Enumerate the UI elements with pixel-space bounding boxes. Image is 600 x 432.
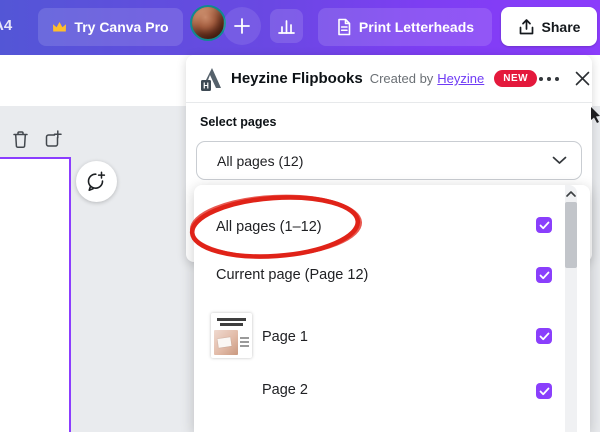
option-page-2[interactable]: Page 2 [194,368,554,400]
checkbox-page-2[interactable] [536,383,552,399]
chevron-down-icon [552,156,567,165]
popup-scrollbar[interactable] [565,185,577,432]
share-upload-icon [518,18,535,36]
new-badge: NEW [494,70,537,87]
delete-page-button[interactable] [9,128,31,150]
pages-dropdown-list: All pages (1–12) Current page (Page 12) … [194,185,590,432]
try-canva-pro-label: Try Canva Pro [74,19,168,35]
mouse-cursor [591,107,600,123]
checkbox-current-page[interactable] [536,267,552,283]
crown-icon [52,21,67,33]
scroll-up-arrow-icon[interactable] [565,187,577,200]
share-label: Share [542,19,581,35]
option-current-page-label: Current page (Page 12) [216,267,368,283]
top-toolbar: A4 Try Canva Pro [0,0,600,55]
pages-dropdown[interactable]: All pages (12) [196,141,582,180]
heyzine-panel-header: H Heyzine Flipbooks Created by Heyzine N… [186,55,592,103]
option-all-pages-label: All pages (1–12) [216,219,322,235]
document-icon [336,18,352,36]
option-page-2-label: Page 2 [262,382,308,398]
option-all-pages[interactable]: All pages (1–12) [194,212,554,244]
option-page-1-label: Page 1 [262,329,308,345]
page-size-label: A4 [0,17,12,34]
print-letterheads-label: Print Letterheads [359,19,474,35]
checkbox-all-pages[interactable] [536,217,552,233]
bar-chart-icon [277,17,296,35]
option-current-page[interactable]: Current page (Page 12) [194,260,554,292]
print-letterheads-button[interactable]: Print Letterheads [318,8,492,46]
panel-title: Heyzine Flipbooks [231,70,363,87]
add-comment-button[interactable] [76,161,117,202]
pages-dropdown-value: All pages (12) [217,153,552,169]
add-member-button[interactable] [223,7,261,45]
add-page-button[interactable] [42,128,64,150]
more-options-button[interactable] [537,71,561,87]
comment-plus-icon [85,171,108,193]
close-panel-button[interactable] [575,68,590,90]
try-canva-pro-button[interactable]: Try Canva Pro [38,8,183,46]
design-page[interactable] [0,157,71,432]
scrollbar-thumb[interactable] [565,202,577,268]
created-by-label: Created by [370,71,434,86]
avatar[interactable] [190,5,226,41]
checkbox-page-1[interactable] [536,328,552,344]
canva-editor-screen: A4 Try Canva Pro [0,0,600,432]
plus-icon [233,17,251,35]
heyzine-logo-icon: H [200,66,223,92]
insights-button[interactable] [270,9,303,43]
heyzine-link[interactable]: Heyzine [437,71,484,86]
svg-text:H: H [203,81,209,90]
share-button[interactable]: Share [501,7,597,46]
page-1-thumbnail [211,313,252,358]
select-pages-label: Select pages [200,115,276,129]
